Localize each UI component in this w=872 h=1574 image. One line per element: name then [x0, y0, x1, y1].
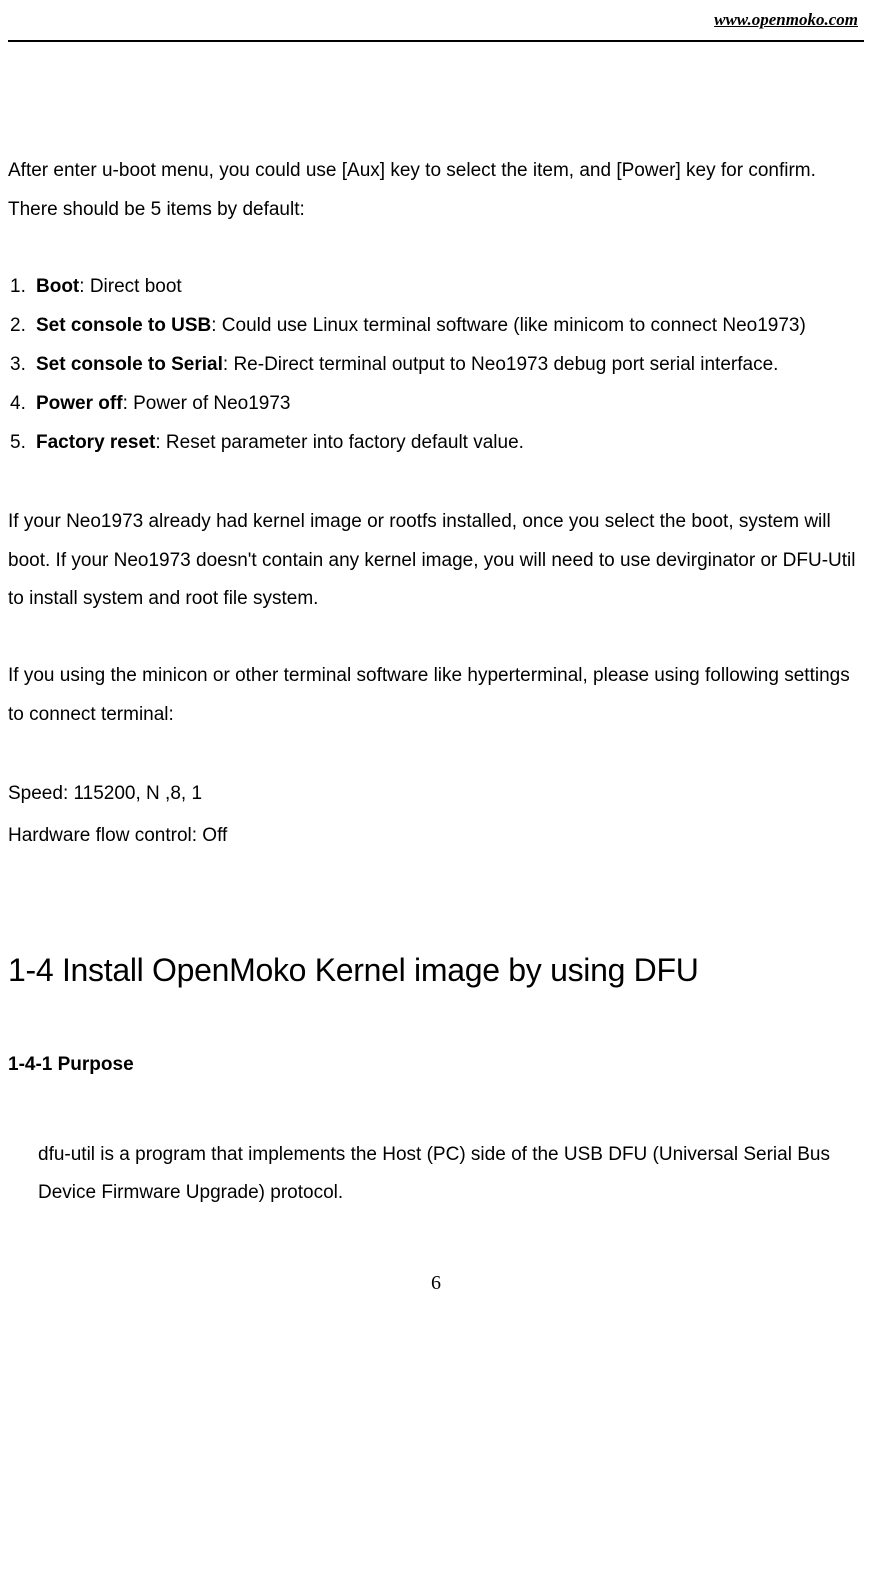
paragraph-kernel: If your Neo1973 already had kernel image… [8, 503, 864, 620]
list-number: 3. [8, 346, 36, 385]
list-item-title: Set console to USB [36, 315, 211, 336]
paragraph-terminal: If you using the minicon or other termin… [8, 657, 864, 735]
list-number: 4. [8, 385, 36, 424]
header-divider [8, 40, 864, 42]
list-number: 1. [8, 268, 36, 307]
list-item-title: Power off [36, 393, 123, 414]
boot-menu-list: 1. Boot: Direct boot 2. Set console to U… [8, 268, 864, 463]
setting-flow-control: Hardware flow control: Off [8, 815, 864, 857]
list-item-title: Factory reset [36, 432, 155, 453]
subsection-body: dfu-util is a program that implements th… [8, 1136, 864, 1212]
intro-paragraph: After enter u-boot menu, you could use [… [8, 152, 864, 230]
terminal-settings: Speed: 115200, N ,8, 1 Hardware flow con… [8, 773, 864, 857]
list-item: 1. Boot: Direct boot [8, 268, 864, 307]
list-item: 3. Set console to Serial: Re-Direct term… [8, 346, 864, 385]
list-item: 2. Set console to USB: Could use Linux t… [8, 307, 864, 346]
list-item-desc: : Re-Direct terminal output to Neo1973 d… [223, 354, 779, 375]
header-url-link[interactable]: www.openmoko.com [8, 10, 864, 30]
setting-speed: Speed: 115200, N ,8, 1 [8, 773, 864, 815]
list-item-desc: : Power of Neo1973 [123, 393, 291, 414]
list-item-desc: : Direct boot [79, 276, 181, 297]
section-heading: 1-4 Install OpenMoko Kernel image by usi… [8, 952, 864, 989]
subsection-heading: 1-4-1 Purpose [8, 1054, 864, 1076]
list-item: 4. Power off: Power of Neo1973 [8, 385, 864, 424]
document-page: www.openmoko.com After enter u-boot menu… [0, 0, 872, 1295]
list-item: 5. Factory reset: Reset parameter into f… [8, 424, 864, 463]
list-number: 2. [8, 307, 36, 346]
list-item-desc: : Reset parameter into factory default v… [155, 432, 524, 453]
list-item-title: Boot [36, 276, 79, 297]
list-item-desc: : Could use Linux terminal software (lik… [211, 315, 806, 336]
list-number: 5. [8, 424, 36, 463]
list-item-title: Set console to Serial [36, 354, 223, 375]
page-number: 6 [8, 1272, 864, 1295]
